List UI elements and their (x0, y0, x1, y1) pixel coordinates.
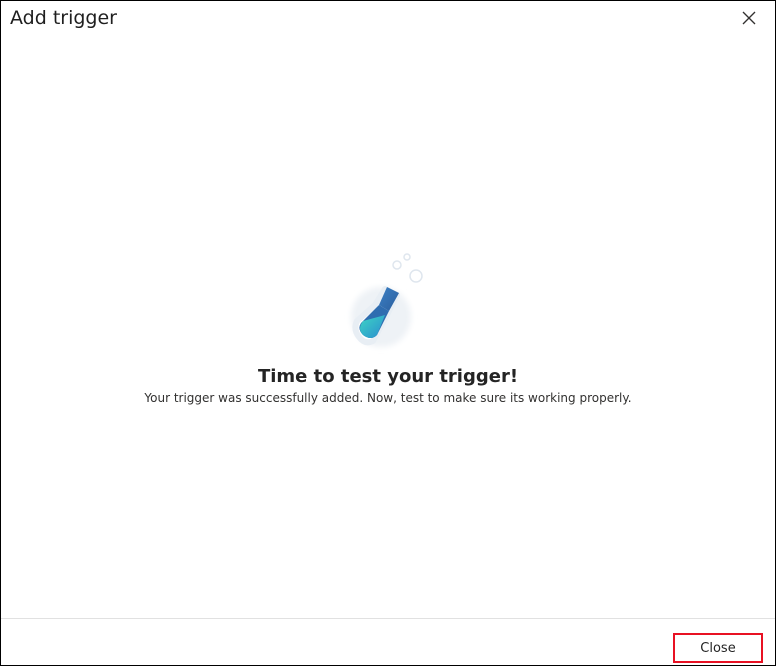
footer-divider (1, 618, 775, 619)
close-icon[interactable] (741, 10, 757, 26)
success-message: Your trigger was successfully added. Now… (144, 391, 632, 405)
close-button[interactable]: Close (673, 633, 763, 663)
success-heading: Time to test your trigger! (257, 366, 519, 387)
dialog-title: Add trigger (10, 7, 117, 29)
flask-icon (341, 249, 437, 359)
add-trigger-dialog: Add trigger Time to test your trigger! Y… (0, 0, 776, 666)
